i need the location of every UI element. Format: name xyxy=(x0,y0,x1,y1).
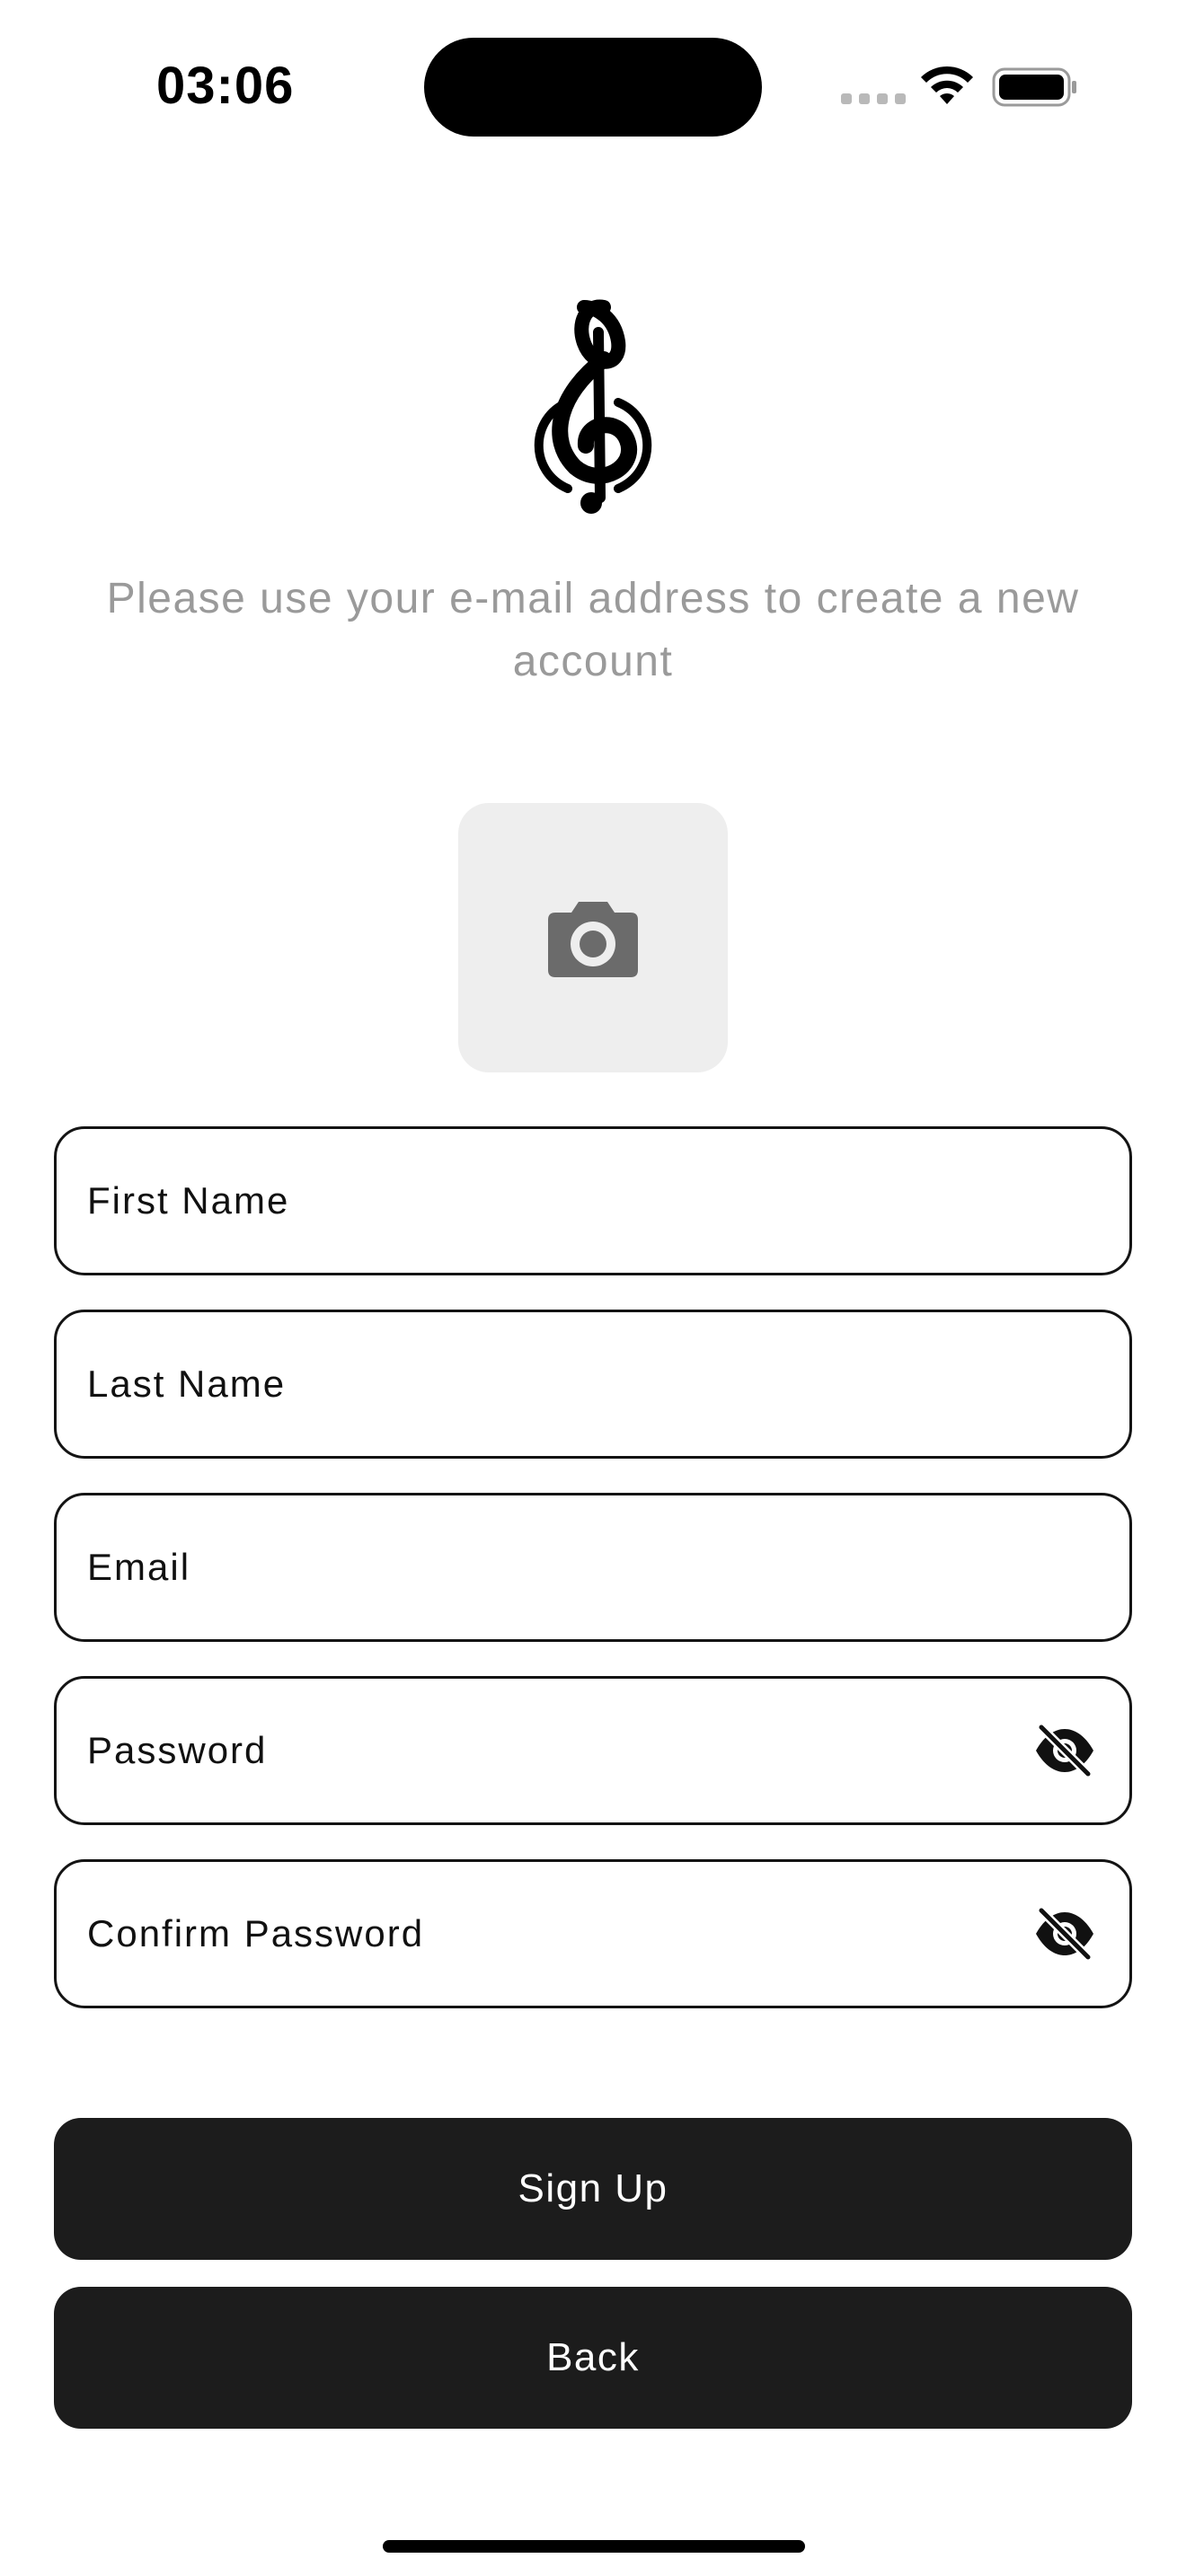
confirm-password-field[interactable] xyxy=(54,1859,1132,2008)
back-button[interactable]: Back xyxy=(54,2287,1132,2429)
password-input[interactable] xyxy=(87,1679,1032,1822)
home-indicator[interactable] xyxy=(383,2540,805,2553)
profile-photo-picker[interactable] xyxy=(458,803,728,1072)
sign-up-button[interactable]: Sign Up xyxy=(54,2118,1132,2260)
eye-off-icon xyxy=(1036,1724,1093,1778)
camera-icon xyxy=(548,902,638,977)
wifi-icon xyxy=(921,66,973,104)
status-time: 03:06 xyxy=(156,57,295,115)
battery-icon xyxy=(992,67,1076,107)
dynamic-island xyxy=(424,38,762,137)
treble-clef-icon xyxy=(534,299,652,514)
password-field[interactable] xyxy=(54,1676,1132,1825)
last-name-input[interactable] xyxy=(87,1312,1129,1456)
eye-off-icon xyxy=(1036,1907,1093,1961)
email-input[interactable] xyxy=(87,1495,1129,1639)
confirm-password-input[interactable] xyxy=(87,1862,1032,2006)
last-name-field[interactable] xyxy=(54,1310,1132,1459)
first-name-field[interactable] xyxy=(54,1126,1132,1275)
password-visibility-toggle[interactable] xyxy=(1032,1724,1097,1778)
subtitle: Please use your e-mail address to create… xyxy=(106,575,1080,685)
confirm-password-visibility-toggle[interactable] xyxy=(1032,1907,1097,1961)
cellular-signal-icon xyxy=(841,93,906,104)
email-field[interactable] xyxy=(54,1493,1132,1642)
first-name-input[interactable] xyxy=(87,1129,1129,1273)
